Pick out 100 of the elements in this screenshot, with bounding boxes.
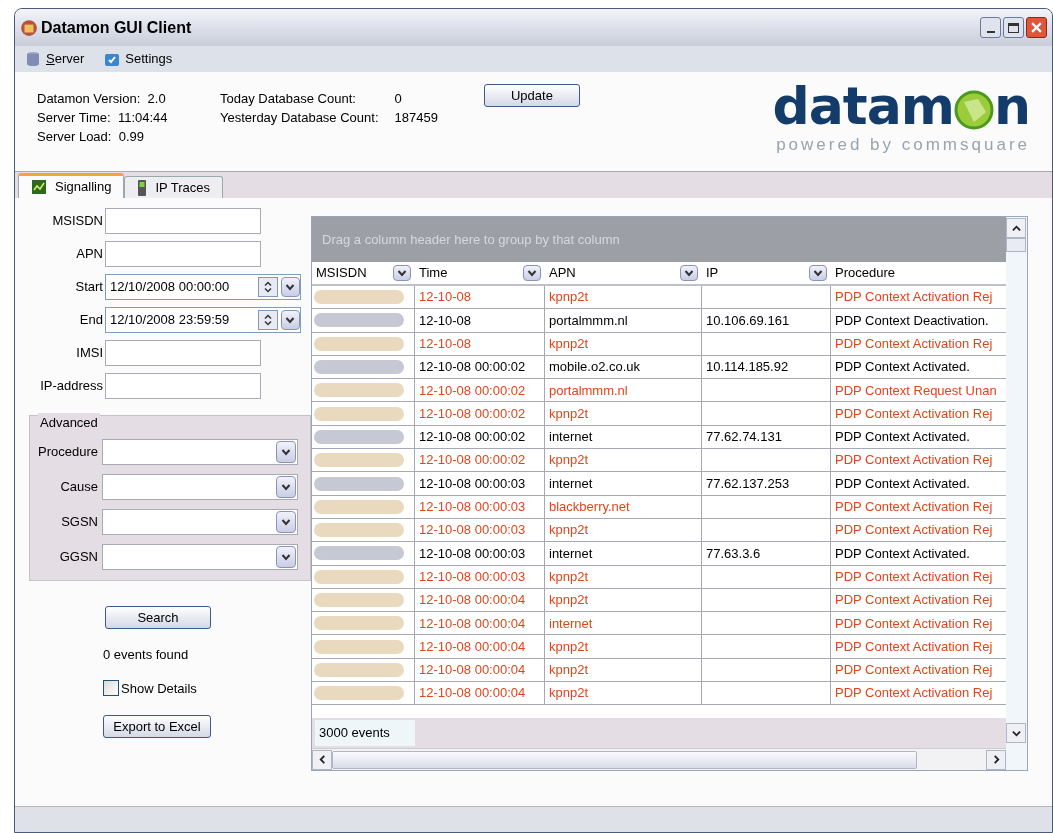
text-field[interactable] [105,340,261,366]
table-cell-text: PDP Context Activation Rej [834,288,994,307]
minimize-button[interactable] [980,17,1001,38]
chevron-down-icon [281,552,291,562]
table-cell: 12-10-08 00:00:02 [415,379,545,402]
table-cell-text: PDP Context Activation Rej [834,335,994,353]
table-cell: portalmmm.nl [545,379,702,402]
scroll-thumb[interactable] [1006,238,1026,252]
dropdown-button[interactable] [680,265,698,281]
count-label: Today Database Count: [220,90,357,108]
table-cell: internet [545,472,702,495]
column-header[interactable]: MSISDN [312,262,415,284]
table-cell: 12-10-08 00:00:03 [415,542,545,565]
table-cell: kpnp2t [545,588,702,612]
table-cell-text: PDP Context Activation Rej [834,451,994,470]
table-cell: 12-10-08 00:00:03 [415,472,545,495]
table-cell-text: PDP Context Activation Rej [834,521,994,540]
table-cell: 12-10-08 00:00:02 [415,449,545,472]
scroll-right-button[interactable] [986,749,1006,770]
table-cell-text: PDP Context Activation Rej [834,498,994,517]
table-cell: 12-10-08 00:00:02 [415,355,545,379]
logo-tagline: powered by commsquare [776,135,1030,155]
dropdown-field[interactable] [102,439,298,465]
text-field[interactable] [105,241,261,267]
database-icon [25,51,41,67]
update-button[interactable]: Update [483,84,580,107]
chart-icon [31,179,47,195]
chevron-up-icon [1011,223,1021,233]
maximize-button[interactable] [1003,17,1024,38]
column-header[interactable]: Procedure [831,262,1006,284]
table-cell: 77.63.3.6 [702,542,831,565]
scroll-thumb[interactable] [332,750,917,769]
dropdown-field[interactable] [102,544,298,570]
dropdown-button[interactable] [523,265,541,281]
dropdown-button[interactable] [809,265,827,281]
scroll-left-button[interactable] [312,749,332,770]
scroll-down-button[interactable] [1006,723,1026,743]
table-cell-text: PDP Context Activated. [834,544,971,563]
dropdown-button[interactable] [276,476,296,498]
table-cell: 12-10-08 00:00:04 [415,658,545,682]
dropdown-button[interactable] [276,511,296,533]
up-down-arrows-icon [262,281,273,293]
scroll-up-button[interactable] [1006,218,1026,238]
column-header[interactable]: APN [545,262,702,284]
tab[interactable]: IP Traces [124,176,224,198]
globe-icon [953,90,994,130]
count-value: 0 [394,90,403,108]
dropdown-field[interactable] [102,509,298,535]
phone-icon [137,179,148,196]
dropdown-button[interactable] [276,546,296,568]
table-cell: 12-10-08 00:00:04 [415,612,545,635]
table-cell-text: PDP Context Activation Rej [834,404,994,423]
chevron-down-icon [684,268,694,278]
table-cell: 12-10-08 00:00:02 [415,402,545,425]
text-field[interactable] [105,373,261,399]
table-cell: kpnp2t [545,402,702,425]
result-count: 0 events found [103,646,189,664]
table-cell: blackberry.net [545,495,702,518]
datetime-field[interactable]: 12/10/2008 00:00:00 [105,274,301,300]
tab[interactable]: Signalling [18,173,125,198]
table-cell: 12-10-08 00:00:04 [415,682,545,705]
table-cell-text: PDP Context Activation Rej [834,661,994,680]
menu-item[interactable]: Settings [104,49,173,69]
field-label: End [78,311,104,330]
table-cell: kpnp2t [545,565,702,588]
table-cell: mobile.o2.co.uk [545,355,702,379]
table-cell-text: PDP Context Request Unan [834,381,998,400]
field-label: GGSN [58,548,99,567]
field-label: IMSI [75,344,104,363]
text-field[interactable] [105,208,261,234]
datetime-field[interactable]: 12/10/2008 23:59:59 [105,307,301,333]
spinner-button[interactable] [258,310,278,330]
dropdown-button[interactable] [280,310,300,330]
table-cell: 12-10-08 [415,332,545,355]
table-cell: internet [545,542,702,565]
table-cell: kpnp2t [545,518,702,542]
dropdown-field[interactable] [102,474,298,500]
table-cell: internet [545,425,702,449]
dropdown-button[interactable] [280,277,300,297]
vertical-scrollbar[interactable] [1006,217,1027,770]
table-cell-text: PDP Context Activation Rej [834,614,994,633]
close-button[interactable] [1026,17,1047,38]
column-header[interactable]: IP [702,262,831,284]
event-count: 3000 events [315,720,415,746]
info-text: Server Time: 11:04:44 [37,109,169,127]
horizontal-scrollbar[interactable] [312,748,1006,770]
menu-item[interactable]: Server [25,49,85,69]
table-cell-text: PDP Context Activation Rej [834,567,994,586]
dropdown-button[interactable] [276,441,296,463]
table-cell: 12-10-08 00:00:04 [415,635,545,658]
table-cell-text: PDP Context Activation Rej [834,591,994,610]
spinner-button[interactable] [258,277,278,297]
chevron-down-icon [285,315,296,325]
checkbox[interactable] [103,680,119,697]
field-label: MSISDN [51,212,104,231]
export-button[interactable]: Export to Excel [103,715,211,738]
column-header[interactable]: Time [415,262,545,284]
search-button[interactable]: Search [105,606,211,629]
field-label: APN [75,245,104,264]
dropdown-button[interactable] [393,265,411,281]
